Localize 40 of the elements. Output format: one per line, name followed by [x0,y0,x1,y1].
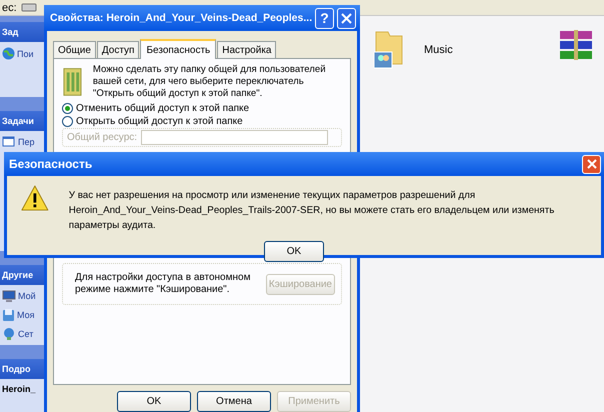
panel-link[interactable]: Моя [17,310,34,320]
monitor-icon [2,290,16,303]
panel-header[interactable]: Задачи [0,110,44,131]
radio-button[interactable] [62,103,73,114]
panel-link[interactable]: Пои [17,48,34,58]
close-button[interactable] [337,8,356,28]
panel-link[interactable]: Сет [18,328,34,339]
tab[interactable]: Безопасность [140,39,216,59]
offline-description: Для настройки доступа в автономном режиме нажмите "Кэширование". [75,272,252,296]
item-name: Heroin_ [2,384,36,394]
panel-header[interactable]: Подро [0,358,44,379]
panel-header[interactable]: Зад [0,22,44,42]
tab[interactable]: Настройка [217,41,276,58]
file-name[interactable]: Music [424,44,453,56]
sharing-description: Можно сделать эту папку общей для пользователей вашей сети, для чего выберите переключатель "Открыть общий доступ к этой папке". [92,64,327,100]
tab[interactable]: Общие [53,41,96,58]
radio-button[interactable] [62,116,73,127]
globe-icon [2,47,15,60]
warning-icon [21,184,49,212]
help-button[interactable]: ? [315,8,334,28]
close-button[interactable] [582,154,601,174]
window-title: Свойства: Heroin_And_Your_Veins-Dead_Peoples... [50,12,312,24]
address-label: ес: [2,2,17,14]
book-stack-icon[interactable] [558,30,594,60]
panel-link[interactable]: Мой [18,291,36,302]
window-title: Безопасность [9,157,92,171]
radio-label[interactable]: Открыть общий доступ к этой папке [76,116,243,127]
panel-link[interactable]: Пер [18,136,34,147]
close-icon [341,12,352,24]
alert-message: У вас нет разрешения на просмотр или изменение текущих параметров разрешений для Heroin_And_Your_Veins-Dead_Peoples_Trails-2007-SER, но вы можете стать его владельцем или изменять параметры аудита. [68,189,556,233]
dialog-button[interactable]: OK [117,391,191,412]
dialog-button[interactable]: Отмена [197,391,271,412]
tab[interactable]: Доступ [96,41,140,58]
share-name-field[interactable] [141,130,328,145]
ok-button[interactable]: OK [264,241,324,262]
share-name-label: Общий ресурс: [67,132,138,143]
radio-label[interactable]: Отменить общий доступ к этой папке [76,103,250,114]
close-icon [586,159,596,169]
window-icon [2,136,16,148]
panel-header[interactable]: Другие [0,264,44,285]
